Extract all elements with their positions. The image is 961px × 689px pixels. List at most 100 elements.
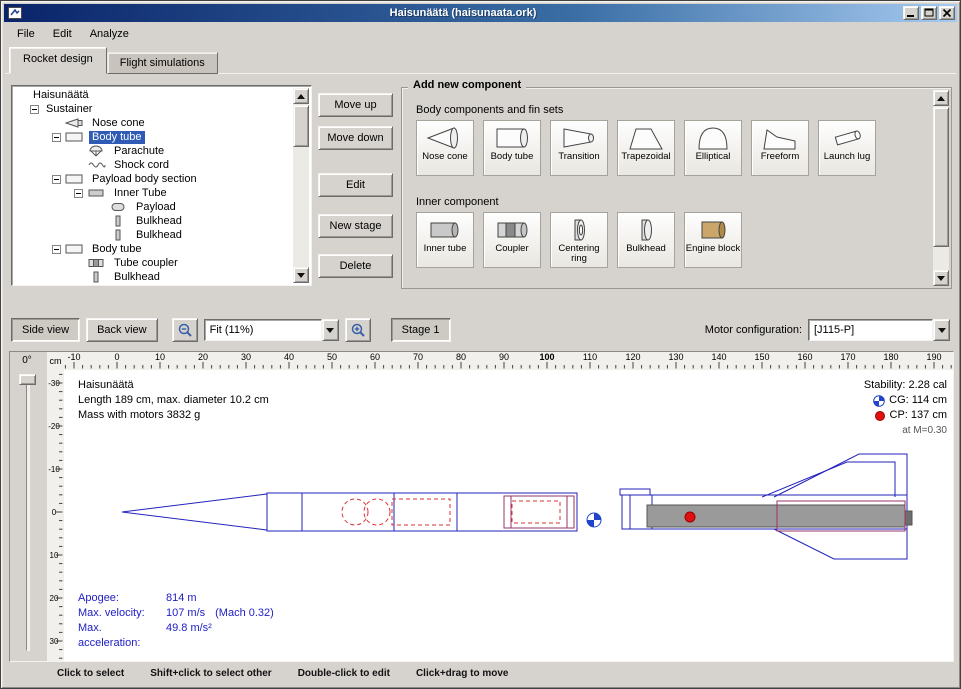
- tree-item-innertube[interactable]: Inner Tube: [14, 186, 293, 200]
- rotation-slider-column: 0°: [10, 352, 47, 661]
- component-tree[interactable]: Haisunäätä Sustainer Nose cone: [14, 88, 293, 283]
- rocket-drawing-area[interactable]: Haisunäätä Length 189 cm, max. diameter …: [64, 370, 953, 661]
- rocket-view-canvas[interactable]: 0° cm -100102030405060708090100110120130…: [9, 351, 954, 662]
- scroll-down-icon[interactable]: [293, 267, 309, 283]
- add-elliptical-fin-button[interactable]: Elliptical: [684, 120, 742, 176]
- close-button[interactable]: [939, 6, 955, 20]
- add-nosecone-button[interactable]: Nose cone: [416, 120, 474, 176]
- tree-scrollbar[interactable]: [293, 88, 309, 283]
- add-launchlug-button[interactable]: Launch lug: [818, 120, 876, 176]
- side-view-button[interactable]: Side view: [11, 318, 80, 342]
- add-centering-ring-button[interactable]: Centering ring: [550, 212, 608, 268]
- tree-item-shockcord[interactable]: Shock cord: [14, 158, 293, 172]
- motor-configuration-select[interactable]: [J115-P]: [808, 319, 950, 341]
- bodytube-icon: [65, 173, 89, 185]
- tree-item-nosecone[interactable]: Nose cone: [14, 116, 293, 130]
- tree-item-bodytube2[interactable]: Body tube: [14, 242, 293, 256]
- shockcord-icon: [87, 159, 111, 171]
- rotation-angle-label: 0°: [10, 355, 44, 366]
- add-bulkhead-button[interactable]: Bulkhead: [617, 212, 675, 268]
- zoom-out-button[interactable]: [172, 318, 198, 342]
- edit-button[interactable]: Edit: [318, 173, 393, 197]
- title-bar[interactable]: Haisunäätä (haisunaata.ork): [4, 4, 957, 22]
- dropdown-arrow-icon[interactable]: [322, 319, 339, 341]
- add-innertube-button[interactable]: Inner tube: [416, 212, 474, 268]
- rotation-slider-track[interactable]: [26, 378, 30, 651]
- svg-text:40: 40: [284, 352, 294, 362]
- svg-text:60: 60: [370, 352, 380, 362]
- stability-value: Stability: 2.28 cal: [864, 378, 947, 393]
- app-icon: [7, 6, 23, 20]
- bodytube-icon: [65, 243, 89, 255]
- tree-item-bodytube[interactable]: Body tube: [14, 130, 293, 144]
- svg-text:-20: -20: [48, 422, 60, 431]
- freeform-fin-icon: [761, 124, 799, 151]
- tree-item-bulkhead[interactable]: Bulkhead: [14, 270, 293, 283]
- menu-file[interactable]: File: [9, 25, 43, 43]
- ruler-unit-label: cm: [47, 352, 64, 370]
- stage-1-button[interactable]: Stage 1: [391, 318, 451, 342]
- add-panel-scrollbar[interactable]: [933, 90, 949, 286]
- rotation-slider-thumb[interactable]: [19, 374, 36, 385]
- minimize-button[interactable]: [903, 6, 919, 20]
- svg-text:110: 110: [583, 352, 597, 362]
- tab-rocket-design[interactable]: Rocket design: [9, 47, 107, 74]
- zoom-in-button[interactable]: [345, 318, 371, 342]
- add-freeform-fin-button[interactable]: Freeform: [751, 120, 809, 176]
- tree-item-stage[interactable]: Sustainer: [14, 102, 293, 116]
- add-transition-button[interactable]: Transition: [550, 120, 608, 176]
- scroll-down-icon[interactable]: [933, 270, 949, 286]
- scroll-up-icon[interactable]: [293, 88, 309, 104]
- coupler-icon: [87, 257, 111, 269]
- zoom-in-icon: [350, 322, 366, 338]
- add-coupler-button[interactable]: Coupler: [483, 212, 541, 268]
- back-view-button[interactable]: Back view: [86, 318, 158, 342]
- svg-text:30: 30: [241, 352, 251, 362]
- add-engine-block-button[interactable]: Engine block: [684, 212, 742, 268]
- svg-text:190: 190: [926, 352, 941, 362]
- menu-analyze[interactable]: Analyze: [82, 25, 137, 43]
- dropdown-arrow-icon[interactable]: [933, 319, 950, 341]
- add-bodytube-button[interactable]: Body tube: [483, 120, 541, 176]
- tab-flight-simulations[interactable]: Flight simulations: [107, 52, 218, 74]
- collapse-icon[interactable]: [74, 189, 87, 198]
- svg-text:100: 100: [539, 352, 554, 362]
- rocket-mass: Mass with motors 3832 g: [78, 408, 269, 423]
- collapse-icon[interactable]: [30, 105, 43, 114]
- svg-text:70: 70: [413, 352, 423, 362]
- menu-edit[interactable]: Edit: [45, 25, 80, 43]
- tree-item-payload[interactable]: Payload: [14, 200, 293, 214]
- scrollbar-thumb[interactable]: [293, 105, 309, 147]
- bodytube-icon: [65, 131, 89, 143]
- collapse-icon[interactable]: [52, 175, 65, 184]
- collapse-icon[interactable]: [52, 245, 65, 254]
- add-trapezoidal-fin-button[interactable]: Trapezoidal: [617, 120, 675, 176]
- svg-text:-10: -10: [67, 352, 80, 362]
- delete-button[interactable]: Delete: [318, 254, 393, 278]
- new-stage-button[interactable]: New stage: [318, 214, 393, 238]
- parachute-icon: [87, 145, 111, 157]
- launchlug-icon: [828, 124, 866, 151]
- scroll-up-icon[interactable]: [933, 90, 949, 106]
- innertube-icon: [426, 216, 464, 243]
- zoom-level-select[interactable]: Fit (11%): [204, 319, 339, 341]
- rocket-dimensions: Length 189 cm, max. diameter 10.2 cm: [78, 393, 269, 408]
- tree-item-rocket[interactable]: Haisunäätä: [14, 88, 293, 102]
- hint-double-click: Double-click to edit: [298, 668, 390, 679]
- tree-item-tube-coupler[interactable]: Tube coupler: [14, 256, 293, 270]
- tree-item-payload-section[interactable]: Payload body section: [14, 172, 293, 186]
- stability-info: Stability: 2.28 cal CG: 114 cm CP: 137 c…: [864, 378, 947, 438]
- collapse-icon[interactable]: [52, 133, 65, 142]
- tree-item-parachute[interactable]: Parachute: [14, 144, 293, 158]
- move-down-button[interactable]: Move down: [318, 126, 393, 150]
- svg-text:20: 20: [198, 352, 208, 362]
- maximize-button[interactable]: [921, 6, 937, 20]
- scrollbar-thumb[interactable]: [933, 107, 949, 247]
- tree-item-bulkhead[interactable]: Bulkhead: [14, 228, 293, 242]
- svg-text:140: 140: [711, 352, 726, 362]
- move-up-button[interactable]: Move up: [318, 93, 393, 117]
- tree-item-bulkhead[interactable]: Bulkhead: [14, 214, 293, 228]
- vertical-ruler: -30-20-100102030: [47, 370, 64, 661]
- coupler-icon: [493, 216, 531, 243]
- svg-text:180: 180: [883, 352, 898, 362]
